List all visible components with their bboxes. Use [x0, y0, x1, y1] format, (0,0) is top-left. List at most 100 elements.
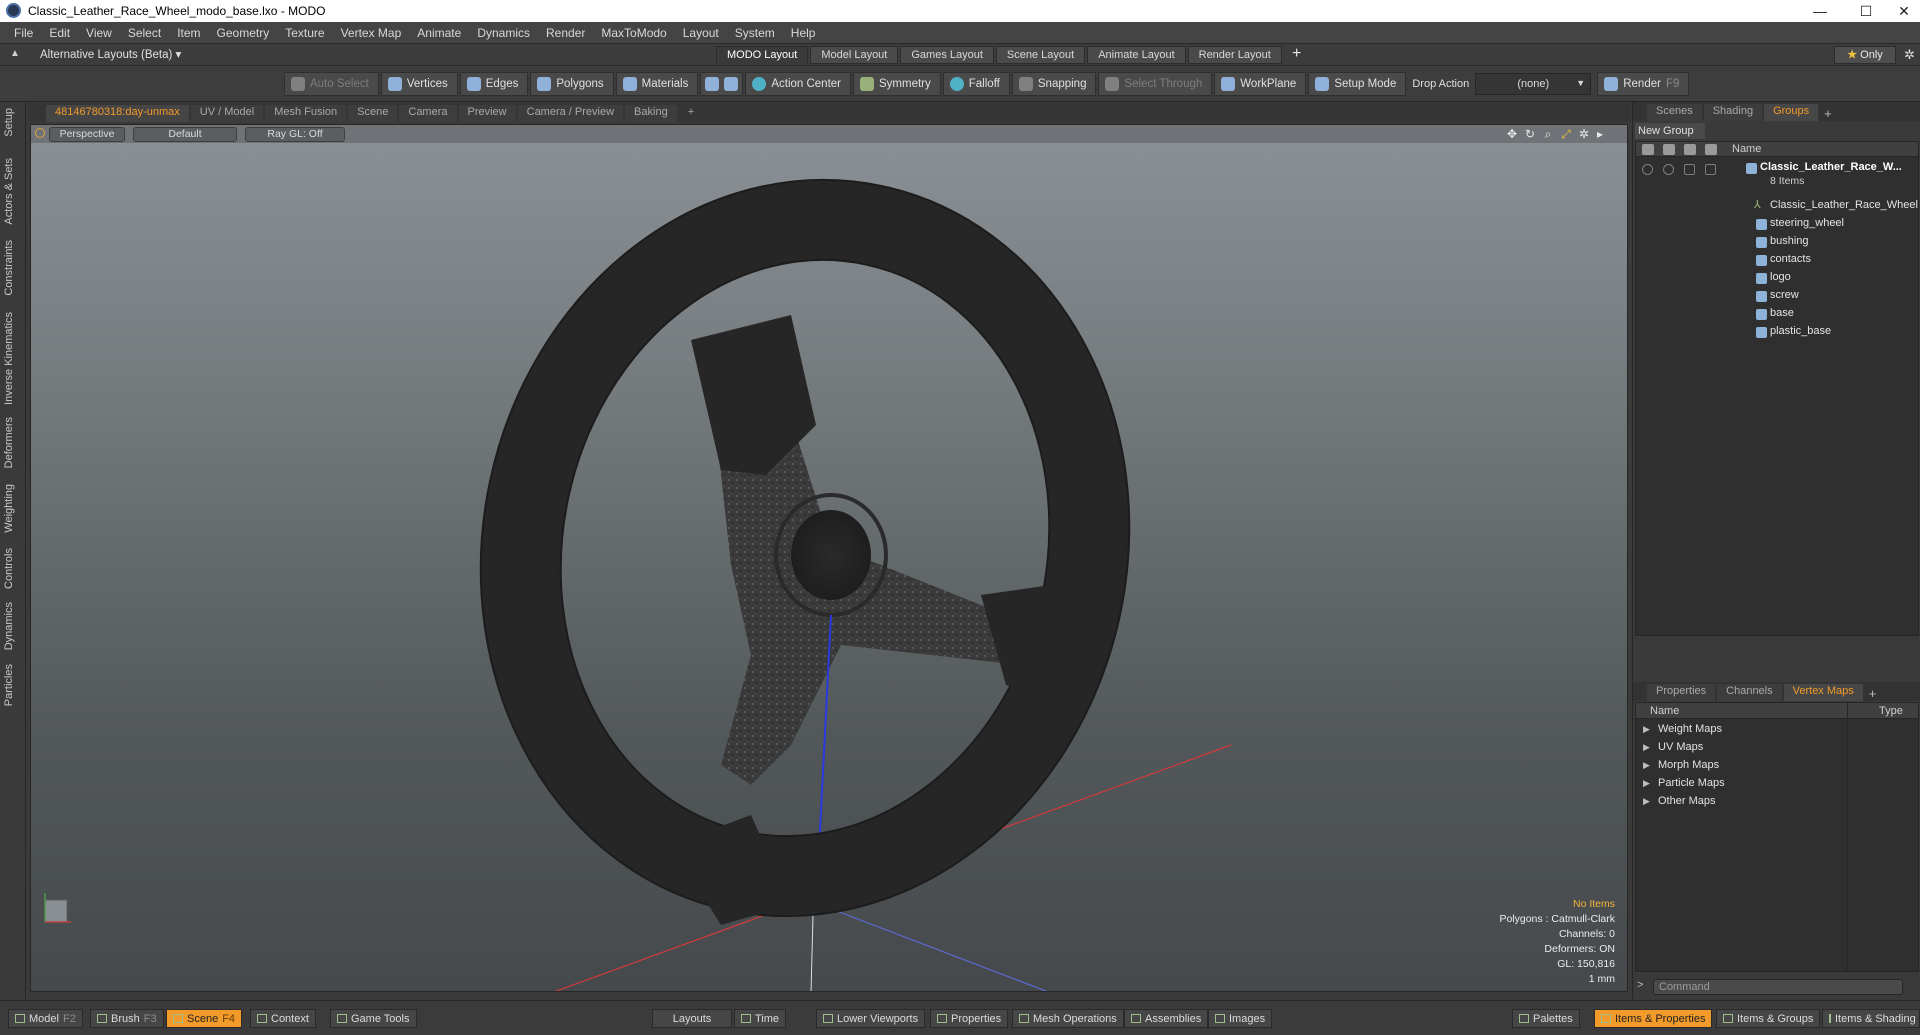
- add-properties-tab-button[interactable]: +: [1865, 686, 1881, 701]
- game-tools-button[interactable]: Game Tools: [330, 1009, 417, 1028]
- group-item[interactable]: ⅄ Classic_Leather_Race_Wheel: [1636, 197, 1918, 215]
- tab-vertex-maps[interactable]: Vertex Maps: [1783, 684, 1863, 701]
- menu-dynamics[interactable]: Dynamics: [469, 26, 538, 40]
- alternative-layouts-dropdown[interactable]: Alternative Layouts (Beta) ▾: [40, 47, 181, 61]
- items-shading-button[interactable]: Items & Shading: [1822, 1009, 1920, 1028]
- tab-camera[interactable]: Camera: [399, 105, 457, 122]
- menu-animate[interactable]: Animate: [409, 26, 469, 40]
- command-input[interactable]: Command: [1653, 979, 1903, 995]
- minimize-icon[interactable]: —: [1800, 1, 1840, 21]
- menu-item[interactable]: Item: [169, 26, 208, 40]
- item-mode-button[interactable]: [700, 72, 744, 96]
- menu-maxtomodo[interactable]: MaxToModo: [593, 26, 674, 40]
- only-button[interactable]: ★ Only: [1834, 46, 1896, 64]
- shading-style-dropdown[interactable]: Default: [133, 127, 237, 142]
- vertex-map-row[interactable]: ▶ Weight Maps: [1636, 721, 1918, 739]
- tab-channels[interactable]: Channels: [1717, 684, 1782, 701]
- expand-arrow-icon[interactable]: ▶: [1643, 778, 1650, 789]
- tab-scene-layout[interactable]: Scene Layout: [995, 46, 1086, 64]
- vertices-button[interactable]: Vertices: [380, 72, 458, 96]
- menu-help[interactable]: Help: [783, 26, 824, 40]
- menu-render[interactable]: Render: [538, 26, 593, 40]
- polygons-button[interactable]: Polygons: [530, 72, 614, 96]
- tab-shading[interactable]: Shading: [1703, 104, 1763, 121]
- vtab-deformers[interactable]: Deformers: [3, 417, 23, 468]
- setup-mode-button[interactable]: Setup Mode: [1308, 72, 1407, 96]
- tab-mesh-fusion[interactable]: Mesh Fusion: [265, 105, 347, 122]
- fit-view-icon[interactable]: ⤢: [1559, 127, 1573, 141]
- menu-texture[interactable]: Texture: [277, 26, 332, 40]
- tab-modo-layout[interactable]: MODO Layout: [716, 46, 809, 64]
- group-item[interactable]: base: [1636, 305, 1918, 323]
- viewport-gear-icon[interactable]: ✲: [1577, 127, 1591, 141]
- 3d-viewport[interactable]: Perspective Default Ray GL: Off ✥ ↻ ⌕ ⤢ …: [30, 124, 1628, 992]
- menu-select[interactable]: Select: [120, 26, 169, 40]
- expand-arrow-icon[interactable]: ▶: [1643, 742, 1650, 753]
- vertex-map-row[interactable]: ▶ UV Maps: [1636, 739, 1918, 757]
- tab-scene[interactable]: Scene: [348, 105, 398, 122]
- items-properties-button[interactable]: Items & Properties: [1594, 1009, 1713, 1028]
- select-toggle[interactable]: [1705, 164, 1716, 175]
- model-button[interactable]: Model F2: [8, 1009, 83, 1028]
- vtab-dynamics[interactable]: Dynamics: [3, 602, 23, 650]
- vtab-controls[interactable]: Controls: [3, 548, 23, 589]
- palettes-button[interactable]: Palettes: [1512, 1009, 1580, 1028]
- action-center-button[interactable]: Action Center: [745, 72, 852, 96]
- expand-arrow-icon[interactable]: ▶: [1643, 796, 1650, 807]
- menu-view[interactable]: View: [78, 26, 120, 40]
- move-view-icon[interactable]: ✥: [1505, 127, 1519, 141]
- zoom-view-icon[interactable]: ⌕: [1541, 127, 1555, 141]
- tab-animate-layout[interactable]: Animate Layout: [1087, 46, 1186, 64]
- tab-viewport-unmax[interactable]: 48146780318:day-unmax: [46, 105, 189, 122]
- rotate-view-icon[interactable]: ↻: [1523, 127, 1537, 141]
- viewport-options-icon[interactable]: [35, 128, 45, 138]
- vtab-weighting[interactable]: Weighting: [3, 484, 23, 533]
- add-viewport-tab-button[interactable]: +: [679, 105, 703, 122]
- symmetry-button[interactable]: Symmetry: [853, 72, 941, 96]
- edges-button[interactable]: Edges: [459, 72, 529, 96]
- group-item[interactable]: steering_wheel: [1636, 215, 1918, 233]
- view-type-dropdown[interactable]: Perspective: [49, 127, 125, 142]
- tab-model-layout[interactable]: Model Layout: [810, 46, 899, 64]
- vtab-constraints[interactable]: Constraints: [3, 240, 23, 296]
- tab-games-layout[interactable]: Games Layout: [900, 46, 994, 64]
- lock-toggle[interactable]: [1684, 164, 1695, 175]
- mesh-operations-button[interactable]: Mesh Operations: [1012, 1009, 1124, 1028]
- tab-baking[interactable]: Baking: [625, 105, 677, 122]
- vertex-map-row[interactable]: ▶ Particle Maps: [1636, 775, 1918, 793]
- add-panel-tab-button[interactable]: +: [1820, 106, 1836, 121]
- gear-icon[interactable]: ✲: [1904, 47, 1915, 63]
- group-item[interactable]: bushing: [1636, 233, 1918, 251]
- images-button[interactable]: Images: [1208, 1009, 1273, 1028]
- vtab-setup[interactable]: Setup: [3, 108, 23, 137]
- lower-viewports-button[interactable]: Lower Viewports: [816, 1009, 926, 1028]
- vtab-inverse-kinematics[interactable]: Inverse Kinematics: [3, 312, 23, 405]
- add-layout-button[interactable]: +: [1292, 45, 1301, 63]
- menu-geometry[interactable]: Geometry: [209, 26, 278, 40]
- materials-button[interactable]: Materials: [615, 72, 699, 96]
- expand-arrow-icon[interactable]: ▶: [1643, 724, 1650, 735]
- menu-layout[interactable]: Layout: [675, 26, 727, 40]
- menu-vertex-map[interactable]: Vertex Map: [333, 26, 410, 40]
- drop-action-select[interactable]: (none) ▼: [1475, 73, 1592, 95]
- render-visibility-icon[interactable]: [1663, 164, 1674, 175]
- tab-uv-model[interactable]: UV / Model: [190, 105, 264, 122]
- render-button[interactable]: Render F9: [1597, 72, 1690, 96]
- assemblies-button[interactable]: Assemblies: [1124, 1009, 1209, 1028]
- vtab-actors-sets[interactable]: Actors & Sets: [3, 158, 23, 225]
- menu-edit[interactable]: Edit: [41, 26, 78, 40]
- vtab-particles[interactable]: Particles: [3, 664, 23, 706]
- layouts-button[interactable]: Layouts: [652, 1009, 732, 1028]
- select-through-button[interactable]: Select Through: [1098, 72, 1213, 96]
- menu-system[interactable]: System: [727, 26, 783, 40]
- tab-properties[interactable]: Properties: [1647, 684, 1716, 701]
- new-group-button[interactable]: New Group: [1635, 123, 1705, 139]
- ray-gl-toggle[interactable]: Ray GL: Off: [245, 127, 345, 142]
- scene-button[interactable]: Scene F4: [166, 1009, 243, 1028]
- tab-groups[interactable]: Groups: [1764, 104, 1819, 121]
- tab-preview[interactable]: Preview: [458, 105, 516, 122]
- workplane-button[interactable]: WorkPlane: [1214, 72, 1307, 96]
- group-row-root[interactable]: Classic_Leather_Race_W... 8 Items: [1636, 160, 1918, 187]
- group-item[interactable]: logo: [1636, 269, 1918, 287]
- viewport-menu-icon[interactable]: ▸: [1593, 127, 1607, 141]
